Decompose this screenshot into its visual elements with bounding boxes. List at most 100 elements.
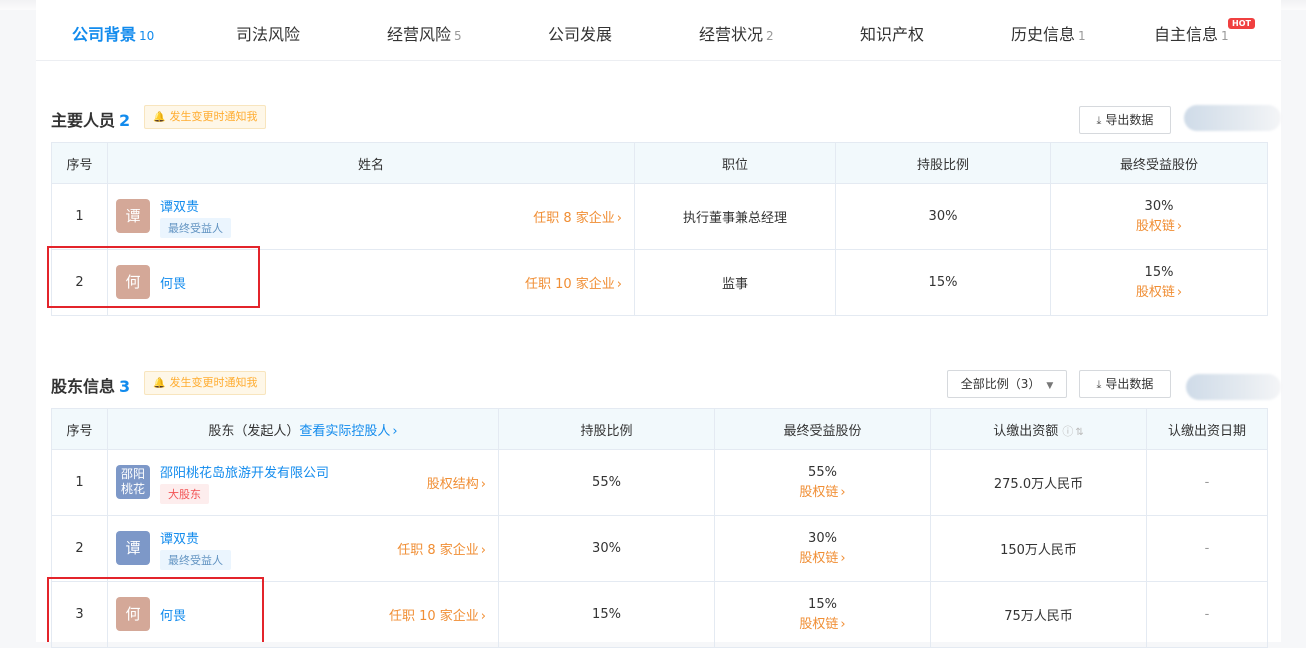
positions-link[interactable]: 任职 8 家企业 › (397, 539, 486, 558)
tab-label: 自主信息 (1154, 25, 1219, 44)
equity-chain-link[interactable]: 股权链 › (716, 549, 929, 569)
positions-link[interactable]: 任职 10 家企业 › (389, 605, 486, 624)
tab-label: 公司发展 (548, 25, 613, 44)
tab-company-background[interactable]: 公司背景 10 (72, 10, 154, 60)
tab-count: 5 (454, 29, 462, 43)
table-header: 序号 姓名 职位 持股比例 最终受益股份 (51, 142, 1268, 184)
tab-count: 1 (1221, 29, 1229, 43)
equity-chain-link[interactable]: 股权链 › (716, 615, 929, 635)
chevron-right-icon: › (1176, 284, 1183, 300)
tab-history[interactable]: 历史信息 1 (1011, 10, 1086, 60)
link-text: 股权结构 (426, 477, 479, 492)
shareholders-notify-button[interactable]: 🔔 发生变更时通知我 (144, 371, 267, 395)
notify-label: 发生变更时通知我 (169, 110, 258, 123)
chevron-right-icon: › (616, 277, 622, 292)
benefit-percent: 15% (808, 596, 837, 612)
chevron-right-icon: › (616, 211, 622, 226)
link-text: 股权链 (1135, 284, 1175, 300)
shareholders-section-title: 股东信息 3 (51, 373, 130, 397)
tab-count: 10 (139, 29, 155, 43)
amount-cell: 150万人民币 (930, 515, 1147, 582)
company-name-link[interactable]: 邵阳桃花岛旅游开发有限公司 (160, 462, 329, 481)
header-text: 认缴出资额 (993, 423, 1059, 439)
person-name-link[interactable]: 谭双贵 (160, 196, 199, 215)
table-header: 序号 股东（发起人）查看实际控股人 › 持股比例 最终受益股份 认缴出资额 ⓘ ⇅ 认… (51, 408, 1268, 450)
tab-operation-status[interactable]: 经营状况 2 (699, 10, 774, 60)
date-cell: - (1146, 581, 1268, 648)
table-row: 2 谭 谭双贵 最终受益人 任职 8 家企业 › 30% 30% 股权链 › 150… (51, 515, 1268, 582)
chevron-right-icon: › (480, 477, 486, 492)
shareholder-cell: 邵阳 桃花 邵阳桃花岛旅游开发有限公司 大股东 股权结构 › (107, 449, 499, 516)
amount-cell: 275.0万人民币 (930, 449, 1147, 516)
header-subscribed-date: 认缴出资日期 (1146, 408, 1268, 450)
tab-operation-risk[interactable]: 经营风险 5 (387, 10, 462, 60)
tab-intellectual-property[interactable]: 知识产权 (860, 10, 924, 60)
benefit-cell: 30% 股权链 › (1050, 183, 1268, 250)
avatar: 谭 (116, 531, 150, 565)
benefit-cell: 55% 股权链 › (714, 449, 931, 516)
tab-company-development[interactable]: 公司发展 (548, 10, 612, 60)
link-text: 股权链 (799, 550, 839, 566)
header-shareholder: 股东（发起人）查看实际控股人 › (107, 408, 499, 450)
equity-structure-link[interactable]: 股权结构 › (427, 473, 486, 492)
header-text: 股东（发起人） (208, 423, 300, 439)
highlight-box (47, 577, 264, 642)
company-page: 公司背景 10 司法风险 经营风险 5 公司发展 经营状况 2 知识产权 历史信息 1 … (36, 0, 1281, 648)
row-index: 1 (51, 449, 108, 516)
positions-link[interactable]: 任职 8 家企业 › (533, 207, 622, 226)
tab-label: 历史信息 (1011, 25, 1076, 44)
tab-label: 司法风险 (236, 25, 301, 44)
personnel-export-button[interactable]: ⤓ 导出数据 (1079, 106, 1171, 134)
positions-link[interactable]: 任职 10 家企业 › (525, 273, 622, 292)
chevron-right-icon: › (840, 484, 846, 500)
header-share: 持股比例 (498, 408, 715, 450)
download-icon: ⤓ (1096, 378, 1102, 391)
header-benefit: 最终受益股份 (714, 408, 931, 450)
link-text: 股权链 (1135, 218, 1175, 234)
tab-label: 知识产权 (860, 25, 925, 44)
equity-chain-link[interactable]: 股权链 › (1052, 283, 1266, 303)
header-index: 序号 (51, 142, 108, 184)
share-cell: 15% (498, 581, 715, 648)
position-cell: 执行董事兼总经理 (634, 183, 836, 250)
help-icon[interactable]: ⓘ (1062, 425, 1073, 438)
notify-label: 发生变更时通知我 (169, 376, 258, 389)
benefit-cell: 30% 股权链 › (714, 515, 931, 582)
link-text: 股权链 (799, 616, 839, 632)
shareholders-export-button[interactable]: ⤓ 导出数据 (1079, 370, 1171, 398)
tab-self-info[interactable]: 自主信息 1 (1154, 10, 1229, 60)
benefit-cell: 15% 股权链 › (1050, 249, 1268, 316)
ratio-filter-dropdown[interactable]: 全部比例（3） ▼ (947, 370, 1067, 398)
tab-judicial-risk[interactable]: 司法风险 (236, 10, 300, 60)
header-index: 序号 (51, 408, 108, 450)
row-index: 1 (51, 183, 108, 250)
major-shareholder-tag: 大股东 (160, 484, 209, 504)
chevron-right-icon: › (480, 609, 486, 624)
link-text: 任职 8 家企业 (533, 211, 615, 226)
chevron-right-icon: › (840, 616, 846, 632)
tab-label: 经营风险 (387, 25, 452, 44)
person-name-link[interactable]: 谭双贵 (160, 528, 199, 547)
download-icon: ⤓ (1096, 114, 1102, 127)
header-share: 持股比例 (835, 142, 1051, 184)
equity-chain-link[interactable]: 股权链 › (1052, 217, 1266, 237)
export-label: 导出数据 (1105, 113, 1154, 127)
link-text: 任职 10 家企业 (388, 609, 479, 624)
section-count: 3 (119, 377, 131, 396)
actual-controller-link[interactable]: 查看实际控股人 › (299, 424, 397, 439)
beneficiary-tag: 最终受益人 (160, 218, 231, 238)
benefit-percent: 30% (808, 530, 837, 546)
link-text: 查看实际控股人 (299, 423, 391, 439)
date-cell: - (1146, 515, 1268, 582)
personnel-notify-button[interactable]: 🔔 发生变更时通知我 (144, 105, 267, 129)
shareholder-cell: 谭 谭双贵 最终受益人 任职 8 家企业 › (107, 515, 499, 582)
company-logo: 邵阳 桃花 (116, 465, 150, 499)
link-text: 股权链 (799, 484, 839, 500)
equity-chain-link[interactable]: 股权链 › (716, 483, 929, 503)
chevron-right-icon: › (1176, 218, 1183, 234)
personnel-section-title: 主要人员 2 (51, 107, 130, 131)
beneficiary-tag: 最终受益人 (160, 550, 231, 570)
section-count: 2 (119, 111, 131, 130)
benefit-percent: 55% (808, 464, 837, 480)
sort-icon[interactable]: ⇅ (1075, 427, 1083, 438)
